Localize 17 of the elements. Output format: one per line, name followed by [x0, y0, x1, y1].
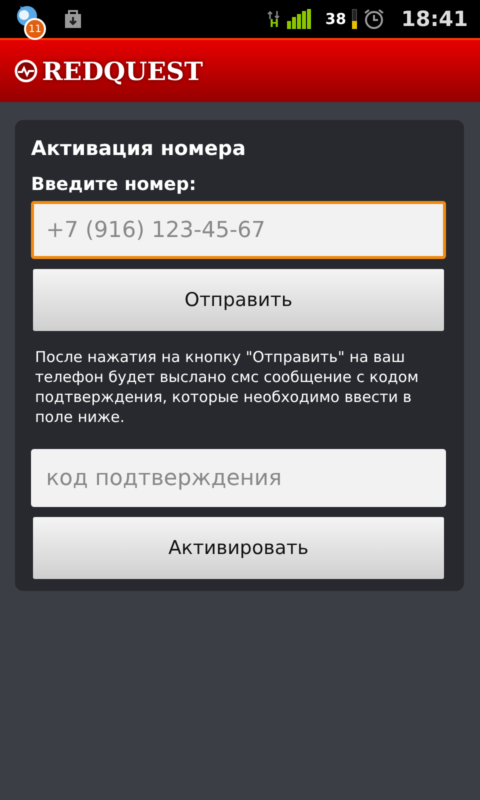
battery-level: 38: [325, 10, 346, 28]
info-text: После нажатия на кнопку "Отправить" на ваш телефон будет выслано смс сообщение с кодом подтверждения, которые необходимо ввести в поле ниже.: [35, 347, 420, 427]
form-title: Активация номера: [31, 136, 247, 160]
network-type: H: [267, 10, 282, 28]
battery-icon: [352, 9, 358, 29]
phone-field[interactable]: +7 (916) 123-45-67: [31, 201, 446, 259]
clock: 18:41: [401, 7, 468, 31]
alarm-clock-icon: [363, 8, 386, 30]
logo-icon: [14, 59, 38, 83]
signal-icon: [287, 9, 312, 29]
code-field[interactable]: код подтверждения: [31, 449, 446, 507]
notification-badge: 11: [24, 18, 46, 40]
download-icon: [62, 8, 84, 30]
send-button[interactable]: Отправить: [33, 269, 444, 331]
activate-button[interactable]: Активировать: [33, 517, 444, 579]
app-logo: REDQUEST: [42, 56, 203, 86]
phone-label: Введите номер:: [31, 174, 198, 195]
